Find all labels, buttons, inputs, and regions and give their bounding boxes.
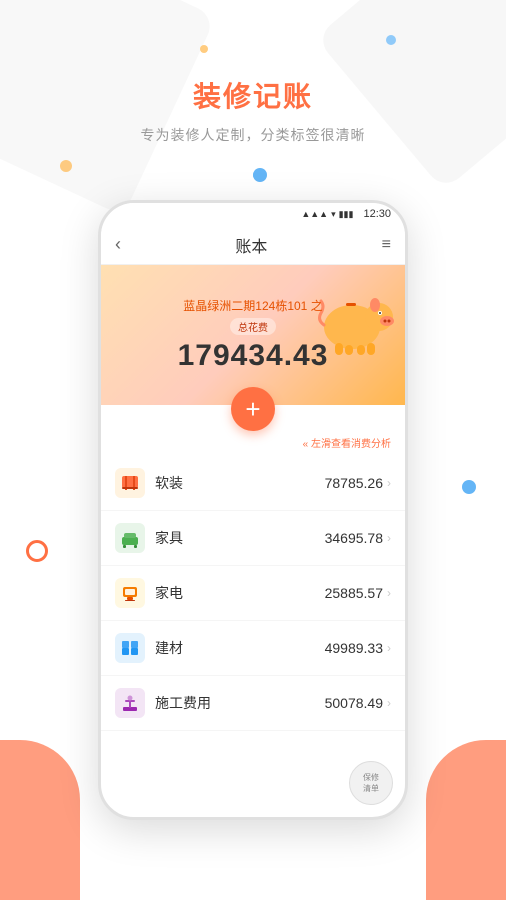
back-button[interactable]: ‹ <box>115 234 121 255</box>
menu-button[interactable]: ≡ <box>382 236 391 254</box>
cat-amount-0: 78785.26 <box>325 475 383 491</box>
cat-arrow-3: › <box>387 641 391 655</box>
category-item-ruanzhuang[interactable]: 软装 78785.26 › <box>101 456 405 511</box>
total-amount: 179434.43 <box>178 339 329 373</box>
cat-icon-jiancai <box>115 633 145 663</box>
cat-amount-1: 34695.78 <box>325 530 383 546</box>
total-label: 总花费 <box>230 318 276 335</box>
cat-name-3: 建材 <box>155 638 325 658</box>
warranty-label-line2: 清单 <box>363 783 379 794</box>
phone-mockup: ▲▲▲ ▾ ▮▮▮ 12:30 ‹ 账本 ≡ <box>98 200 408 820</box>
cat-icon-jiadian <box>115 578 145 608</box>
fab-container: + <box>101 387 405 431</box>
cat-arrow-0: › <box>387 476 391 490</box>
time-display: 12:30 <box>363 208 391 220</box>
cat-amount-2: 25885.57 <box>325 585 383 601</box>
cat-icon-jiaju <box>115 523 145 553</box>
status-bar: ▲▲▲ ▾ ▮▮▮ 12:30 <box>101 203 405 225</box>
cat-arrow-2: › <box>387 586 391 600</box>
jiadian-icon <box>120 583 140 603</box>
banner-content: 蓝晶绿洲二期124栋101 之 总花费 179434.43 <box>101 265 405 405</box>
cat-amount-4: 50078.49 <box>325 695 383 711</box>
category-item-jiancai[interactable]: 建材 49989.33 › <box>101 621 405 676</box>
app-header: ‹ 账本 ≡ <box>101 225 405 265</box>
battery-icon: ▮▮▮ <box>339 209 354 220</box>
warranty-label-line1: 保修 <box>363 772 379 783</box>
status-icons: ▲▲▲ ▾ ▮▮▮ <box>301 209 353 220</box>
top-section: 装修记账 专为装修人定制，分类标签很清晰 <box>0 0 506 220</box>
cat-amount-3: 49989.33 <box>325 640 383 656</box>
ruanzhuang-icon <box>120 473 140 493</box>
cat-icon-ruanzhuang <box>115 468 145 498</box>
shigong-icon <box>120 693 140 713</box>
cat-arrow-1: › <box>387 531 391 545</box>
side-dot-right <box>462 480 476 494</box>
category-item-jiaju[interactable]: 家具 34695.78 › <box>101 511 405 566</box>
cat-name-0: 软装 <box>155 473 325 493</box>
project-name: 蓝晶绿洲二期124栋101 之 <box>183 297 322 314</box>
jiancai-icon <box>120 638 140 658</box>
side-dot-left <box>26 540 48 562</box>
main-title: 装修记账 <box>193 75 313 115</box>
warranty-list-button[interactable]: 保修 清单 <box>349 761 393 805</box>
hint-row: « 左滑查看消费分析 <box>101 431 405 456</box>
cat-name-4: 施工费用 <box>155 693 325 713</box>
banner: 蓝晶绿洲二期124栋101 之 总花费 179434.43 <box>101 265 405 405</box>
hint-text: « 左滑查看消费分析 <box>303 439 391 450</box>
add-button[interactable]: + <box>231 387 275 431</box>
cat-icon-shigong <box>115 688 145 718</box>
category-list: 软装 78785.26 › 家具 34695.78 › <box>101 456 405 731</box>
jiaju-icon <box>120 528 140 548</box>
bg-orange-bl <box>0 740 80 900</box>
header-title: 账本 <box>235 233 267 257</box>
sub-title: 专为装修人定制，分类标签很清晰 <box>141 125 366 145</box>
category-item-shigong[interactable]: 施工费用 50078.49 › <box>101 676 405 731</box>
category-item-jiadian[interactable]: 家电 25885.57 › <box>101 566 405 621</box>
indicator-dot-3 <box>253 168 267 182</box>
cat-name-2: 家电 <box>155 583 325 603</box>
bg-orange-br <box>426 740 506 900</box>
wifi-icon: ▾ <box>331 209 336 220</box>
signal-icon: ▲▲▲ <box>301 209 328 219</box>
cat-arrow-4: › <box>387 696 391 710</box>
cat-name-1: 家具 <box>155 528 325 548</box>
